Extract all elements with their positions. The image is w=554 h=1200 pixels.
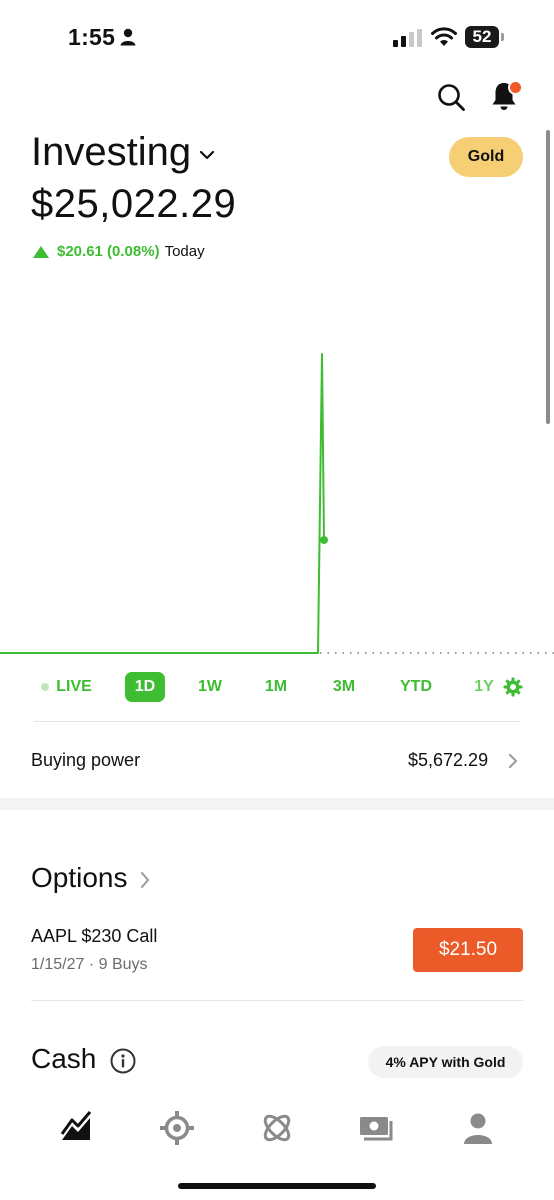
chevron-down-icon	[200, 150, 215, 159]
divider	[34, 721, 520, 722]
cash-section-title: Cash	[31, 1043, 97, 1074]
range-ytd[interactable]: YTD	[394, 672, 438, 702]
chevron-right-icon[interactable]	[508, 753, 518, 769]
chart-line	[0, 353, 325, 654]
signal-icon	[393, 29, 422, 47]
search-icon[interactable]	[436, 82, 466, 112]
notification-dot	[508, 80, 523, 95]
up-arrow-icon	[33, 245, 49, 258]
option-name[interactable]: AAPL $230 Call	[31, 926, 157, 947]
strategies-icon[interactable]	[259, 1110, 295, 1146]
gold-button[interactable]: Gold	[449, 137, 523, 177]
range-1m[interactable]: 1M	[258, 672, 294, 702]
info-icon[interactable]	[110, 1048, 136, 1074]
crypto-icon[interactable]	[159, 1110, 195, 1146]
live-dot-icon	[41, 683, 49, 691]
portfolio-balance: $25,022.29	[31, 182, 237, 226]
range-selector: LIVE 1D 1W 1M 3M YTD 1Y	[0, 672, 554, 704]
buying-power-label[interactable]: Buying power	[31, 750, 140, 771]
status-time: 1:55	[68, 24, 116, 50]
chevron-right-icon[interactable]	[139, 871, 151, 889]
option-price-button[interactable]: $21.50	[413, 928, 523, 972]
divider	[31, 1000, 523, 1001]
change-period: Today	[164, 243, 205, 260]
portfolio-change: $20.61 (0.08%) Today	[33, 243, 205, 260]
wifi-icon	[431, 27, 457, 46]
cash-icon[interactable]	[358, 1110, 394, 1146]
option-detail: 1/15/27 · 9 Buys	[31, 956, 148, 973]
account-selector[interactable]: Investing	[31, 130, 215, 175]
range-live[interactable]: LIVE	[56, 672, 92, 702]
buying-power-value[interactable]: $5,672.29	[408, 750, 488, 771]
account-icon[interactable]	[460, 1110, 496, 1146]
portfolio-chart[interactable]	[0, 340, 554, 670]
range-1w[interactable]: 1W	[192, 672, 228, 702]
apy-badge[interactable]: 4% APY with Gold	[368, 1046, 523, 1078]
options-section-title[interactable]: Options	[31, 862, 128, 894]
page-title: Investing	[31, 130, 192, 174]
chart-current-point	[320, 536, 328, 544]
person-icon	[120, 28, 136, 46]
gear-icon[interactable]	[503, 677, 523, 697]
investing-icon[interactable]	[58, 1110, 94, 1146]
home-indicator	[178, 1183, 376, 1189]
range-1y[interactable]: 1Y	[470, 672, 498, 702]
change-value: $20.61 (0.08%)	[57, 243, 160, 260]
range-1d[interactable]: 1D	[125, 672, 165, 702]
range-3m[interactable]: 3M	[326, 672, 362, 702]
section-separator	[0, 798, 554, 810]
battery-indicator: 52	[465, 26, 499, 48]
battery-cap	[501, 33, 504, 41]
